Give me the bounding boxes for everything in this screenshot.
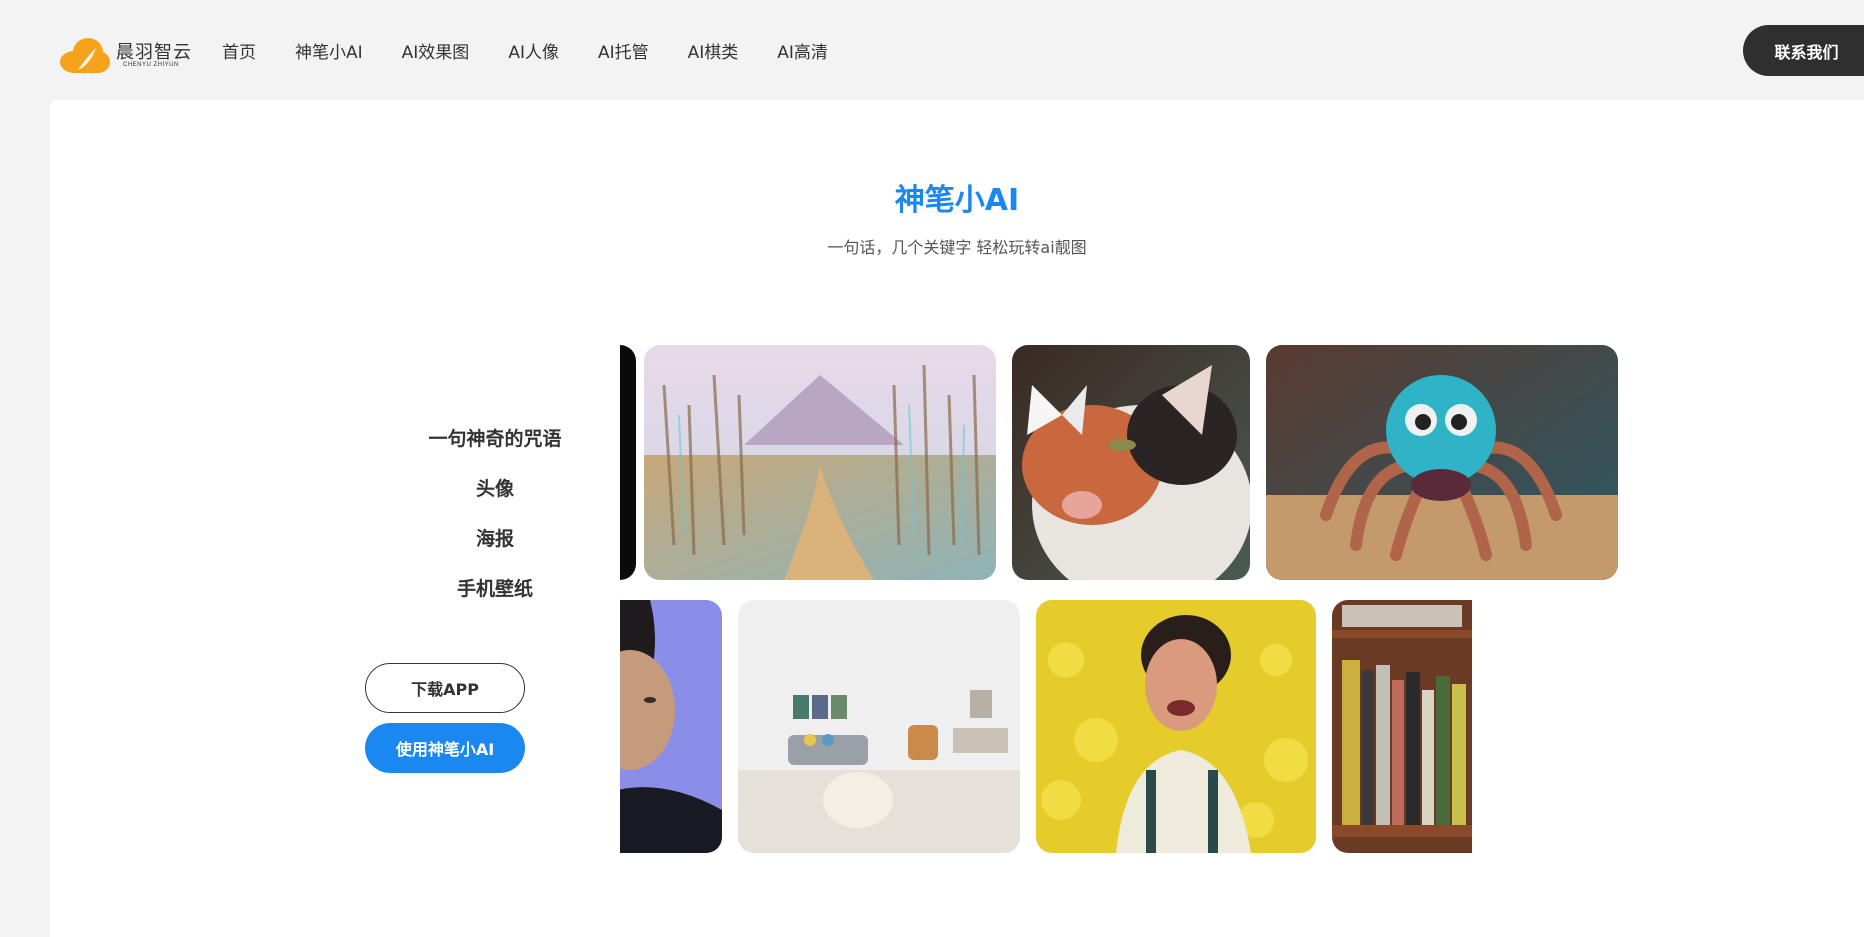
main-nav: 首页 神笔小AI AI效果图 AI人像 AI托管 AI棋类 AI高清 — [222, 38, 867, 63]
gallery-image-laughing-woman[interactable] — [1036, 600, 1316, 853]
nav-item-ai-render[interactable]: AI效果图 — [402, 38, 470, 63]
gallery-image-dark-card[interactable] — [620, 345, 636, 580]
gallery-image-living-room[interactable] — [738, 600, 1020, 853]
gallery-image-woman-portrait[interactable] — [620, 600, 722, 853]
use-shenbi-ai-button[interactable]: 使用神笔小AI — [365, 723, 525, 773]
contact-us-button[interactable]: 联系我们 — [1743, 25, 1864, 76]
gallery-image-cat-butterfly[interactable] — [1012, 345, 1250, 580]
top-bar: 晨羽智云 CHENYU ZHIYUN 首页 神笔小AI AI效果图 AI人像 A… — [0, 0, 1864, 100]
download-app-button[interactable]: 下载APP — [365, 663, 525, 713]
brand-name: 晨羽智云 — [116, 42, 192, 63]
image-gallery — [620, 345, 1620, 853]
brand-subtitle: CHENYU ZHIYUN — [123, 62, 179, 68]
brand-logo[interactable]: 晨羽智云 CHENYU ZHIYUN — [58, 34, 198, 76]
nav-item-ai-portrait[interactable]: AI人像 — [508, 38, 559, 63]
gallery-image-forest-painting[interactable] — [644, 345, 996, 580]
gallery-image-blue-spider[interactable] — [1266, 345, 1618, 580]
nav-item-ai-chess[interactable]: AI棋类 — [688, 38, 739, 63]
nav-item-ai-hosting[interactable]: AI托管 — [598, 38, 649, 63]
cloud-feather-icon — [60, 38, 110, 73]
nav-item-ai-hd[interactable]: AI高清 — [777, 38, 828, 63]
page-subtitle: 一句话，几个关键字 轻松玩转ai靓图 — [827, 238, 1087, 257]
main-panel: 神笔小AI 一句话，几个关键字 轻松玩转ai靓图 一句神奇的咒语 头像 海报 手… — [50, 100, 1864, 937]
gallery-image-bookshelf[interactable] — [1332, 600, 1472, 853]
nav-item-shenbi-ai[interactable]: 神笔小AI — [295, 38, 363, 63]
nav-item-home[interactable]: 首页 — [222, 38, 256, 63]
page-title: 神笔小AI — [894, 183, 1020, 218]
